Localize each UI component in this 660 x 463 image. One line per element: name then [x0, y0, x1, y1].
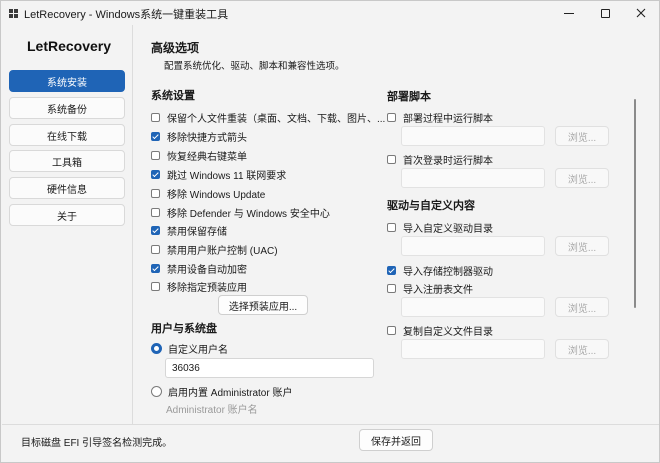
registry-file-path-input[interactable]: [401, 297, 545, 317]
sidebar-item-hardware-info[interactable]: 硬件信息: [9, 177, 125, 199]
brand-title: LetRecovery: [27, 38, 112, 54]
first-login-script-path-input[interactable]: [401, 168, 545, 188]
checkbox[interactable]: [151, 263, 160, 273]
checkbox[interactable]: [151, 207, 160, 217]
radio-button[interactable]: [151, 342, 162, 354]
option-remove-windows-update[interactable]: 移除 Windows Update: [151, 186, 266, 201]
deploy-script-browse-button[interactable]: 浏览...: [555, 126, 609, 146]
checkbox[interactable]: [387, 154, 396, 164]
option-label: 首次登录时运行脚本: [403, 155, 493, 167]
checkbox[interactable]: [387, 325, 396, 335]
sidebar-item-online-download[interactable]: 在线下载: [9, 124, 125, 146]
option-label: 禁用设备自动加密: [167, 264, 247, 276]
title-bar: LetRecovery - Windows系统一键重装工具: [1, 1, 659, 25]
window-title: LetRecovery - Windows系统一键重装工具: [24, 9, 229, 21]
checkbox[interactable]: [151, 225, 160, 235]
option-label: 移除快捷方式箭头: [167, 132, 247, 144]
option-label: 导入存储控制器驱动: [403, 266, 493, 278]
option-run-script-during-deploy[interactable]: 部署过程中运行脚本: [387, 110, 493, 125]
option-import-custom-drivers[interactable]: 导入自定义驱动目录: [387, 220, 493, 235]
sidebar-item-system-backup[interactable]: 系统备份: [9, 97, 125, 119]
driver-dir-path-input[interactable]: [401, 236, 545, 256]
option-remove-shortcut-arrow[interactable]: 移除快捷方式箭头: [151, 129, 247, 144]
option-disable-reserved-storage[interactable]: 禁用保留存储: [151, 223, 227, 238]
radio-enable-admin[interactable]: 启用内置 Administrator 账户: [151, 384, 293, 399]
checkbox[interactable]: [151, 169, 160, 179]
minimize-icon: [564, 12, 574, 14]
option-remove-preinstalled-apps[interactable]: 移除指定预装应用: [151, 279, 247, 294]
option-disable-uac[interactable]: 禁用用户账户控制 (UAC): [151, 242, 278, 257]
option-disable-auto-encryption[interactable]: 禁用设备自动加密: [151, 261, 247, 276]
option-label: 移除指定预装应用: [167, 282, 247, 294]
custom-files-path-input[interactable]: [401, 339, 545, 359]
app-window: LetRecovery - Windows系统一键重装工具 LetRecover…: [0, 0, 660, 463]
option-import-storage-drivers[interactable]: 导入存储控制器驱动: [387, 263, 493, 278]
close-button[interactable]: [623, 1, 659, 25]
select-preinstalled-apps-button[interactable]: 选择预装应用...: [218, 295, 308, 315]
option-keep-files[interactable]: 保留个人文件重装（桌面、文档、下载、图片、...: [151, 110, 386, 125]
checkbox[interactable]: [151, 188, 160, 198]
option-label: 移除 Windows Update: [167, 189, 266, 201]
checkbox[interactable]: [387, 283, 396, 293]
checkbox[interactable]: [387, 265, 396, 275]
username-input[interactable]: 36036: [165, 358, 374, 378]
option-label: 跳过 Windows 11 联网要求: [167, 170, 287, 182]
custom-files-browse-button[interactable]: 浏览...: [555, 339, 609, 359]
page-title: 高级选项: [151, 41, 200, 55]
radio-custom-username[interactable]: 自定义用户名: [151, 341, 228, 356]
option-label: 保留个人文件重装（桌面、文档、下载、图片、...: [167, 113, 386, 125]
option-label: 导入自定义驱动目录: [403, 223, 493, 235]
page-subtitle: 配置系统优化、驱动、脚本和兼容性选项。: [164, 61, 345, 72]
section-title-drivers: 驱动与自定义内容: [387, 200, 475, 212]
option-label: 禁用用户账户控制 (UAC): [167, 245, 278, 257]
main-panel: 高级选项 配置系统优化、驱动、脚本和兼容性选项。 系统设置 保留个人文件重装（桌…: [133, 25, 659, 424]
app-grid-icon: [9, 9, 18, 18]
close-icon: [636, 8, 646, 18]
checkbox[interactable]: [387, 222, 396, 232]
minimize-button[interactable]: [551, 1, 587, 25]
option-label: 移除 Defender 与 Windows 安全中心: [167, 208, 330, 220]
radio-label: 自定义用户名: [168, 344, 228, 356]
radio-button[interactable]: [151, 385, 162, 397]
option-classic-context-menu[interactable]: 恢复经典右键菜单: [151, 148, 247, 163]
sidebar-item-toolbox[interactable]: 工具箱: [9, 150, 125, 172]
radio-label: 启用内置 Administrator 账户: [168, 387, 293, 399]
option-label: 禁用保留存储: [167, 226, 227, 238]
sidebar-item-system-install[interactable]: 系统安装: [9, 70, 125, 92]
option-label: 恢复经典右键菜单: [167, 151, 247, 163]
footer: 目标磁盘 EFI 引导签名检测完成。 保存并返回: [1, 425, 659, 463]
section-title-system-settings: 系统设置: [151, 90, 195, 102]
option-skip-win11-online[interactable]: 跳过 Windows 11 联网要求: [151, 167, 287, 182]
deploy-script-path-input[interactable]: [401, 126, 545, 146]
option-label: 部署过程中运行脚本: [403, 113, 493, 125]
option-copy-custom-files[interactable]: 复制自定义文件目录: [387, 323, 493, 338]
status-message: 目标磁盘 EFI 引导签名检测完成。: [21, 438, 173, 449]
checkbox[interactable]: [387, 112, 396, 122]
checkbox[interactable]: [151, 131, 160, 141]
option-run-script-first-login[interactable]: 首次登录时运行脚本: [387, 152, 493, 167]
checkbox[interactable]: [151, 150, 160, 160]
driver-dir-browse-button[interactable]: 浏览...: [555, 236, 609, 256]
vertical-scrollbar[interactable]: [634, 99, 636, 308]
admin-username-placeholder: Administrator 账户名: [166, 405, 258, 416]
checkbox[interactable]: [151, 281, 160, 291]
option-label: 导入注册表文件: [403, 284, 473, 296]
option-label: 复制自定义文件目录: [403, 326, 493, 338]
registry-file-browse-button[interactable]: 浏览...: [555, 297, 609, 317]
checkbox[interactable]: [151, 112, 160, 122]
save-and-return-button[interactable]: 保存并返回: [359, 429, 433, 451]
maximize-button[interactable]: [587, 1, 623, 25]
sidebar: LetRecovery 系统安装 系统备份 在线下载 工具箱 硬件信息 关于: [1, 25, 133, 424]
checkbox[interactable]: [151, 244, 160, 254]
option-remove-defender[interactable]: 移除 Defender 与 Windows 安全中心: [151, 205, 330, 220]
option-import-registry[interactable]: 导入注册表文件: [387, 281, 473, 296]
sidebar-item-about[interactable]: 关于: [9, 204, 125, 226]
maximize-icon: [600, 8, 610, 18]
first-login-script-browse-button[interactable]: 浏览...: [555, 168, 609, 188]
section-title-user-disk: 用户与系统盘: [151, 323, 217, 335]
section-title-scripts: 部署脚本: [387, 91, 431, 103]
